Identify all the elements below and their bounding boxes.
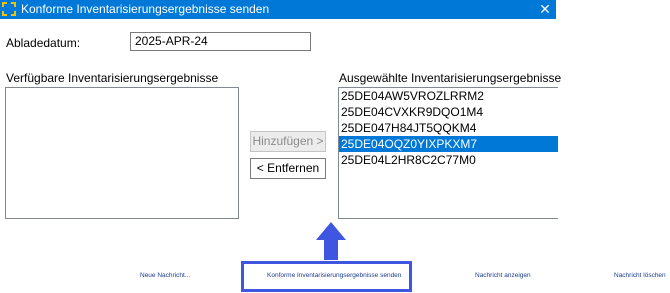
available-list-label: Verfügbare Inventarisierungsergebnisse (6, 71, 219, 85)
highlight-box (241, 261, 412, 292)
new-message-link[interactable]: Neue Nachricht... (140, 272, 190, 279)
list-item[interactable]: 25DE04CVXKR9DQO1M4 (339, 104, 558, 120)
list-item[interactable]: 25DE04OQZ0YIXPKXM7 (339, 136, 558, 152)
list-item[interactable]: 25DE04L2HR8C2C77M0 (339, 152, 558, 168)
delete-message-link[interactable]: Nachricht löschen (614, 272, 666, 279)
date-label: Abladedatum: (6, 36, 81, 50)
up-arrow-annotation (316, 222, 346, 260)
list-item[interactable]: 25DE04AW5VROZLRRM2 (339, 88, 558, 104)
selected-list-label: Ausgewählte Inventarisierungsergebnisse (339, 71, 562, 85)
add-button[interactable]: Hinzufügen > (250, 131, 326, 152)
list-item[interactable]: 25DE047H84JT5QQKM4 (339, 120, 558, 136)
date-field[interactable]: 2025-APR-24 (130, 32, 311, 51)
dialog-body: Abladedatum: 2025-APR-24 Verfügbare Inve… (0, 19, 561, 293)
title-bar: Konforme Inventarisierungsergebnisse sen… (0, 0, 556, 19)
selected-list[interactable]: 25DE04AW5VROZLRRM2 25DE04CVXKR9DQO1M4 25DE… (338, 87, 558, 219)
remove-button[interactable]: < Entfernen (250, 158, 326, 179)
close-icon[interactable]: ✕ (538, 0, 552, 19)
window-title: Konforme Inventarisierungsergebnisse sen… (21, 2, 270, 16)
app-icon (2, 2, 16, 16)
available-list[interactable] (5, 87, 239, 219)
show-message-link[interactable]: Nachricht anzeigen (475, 272, 531, 279)
